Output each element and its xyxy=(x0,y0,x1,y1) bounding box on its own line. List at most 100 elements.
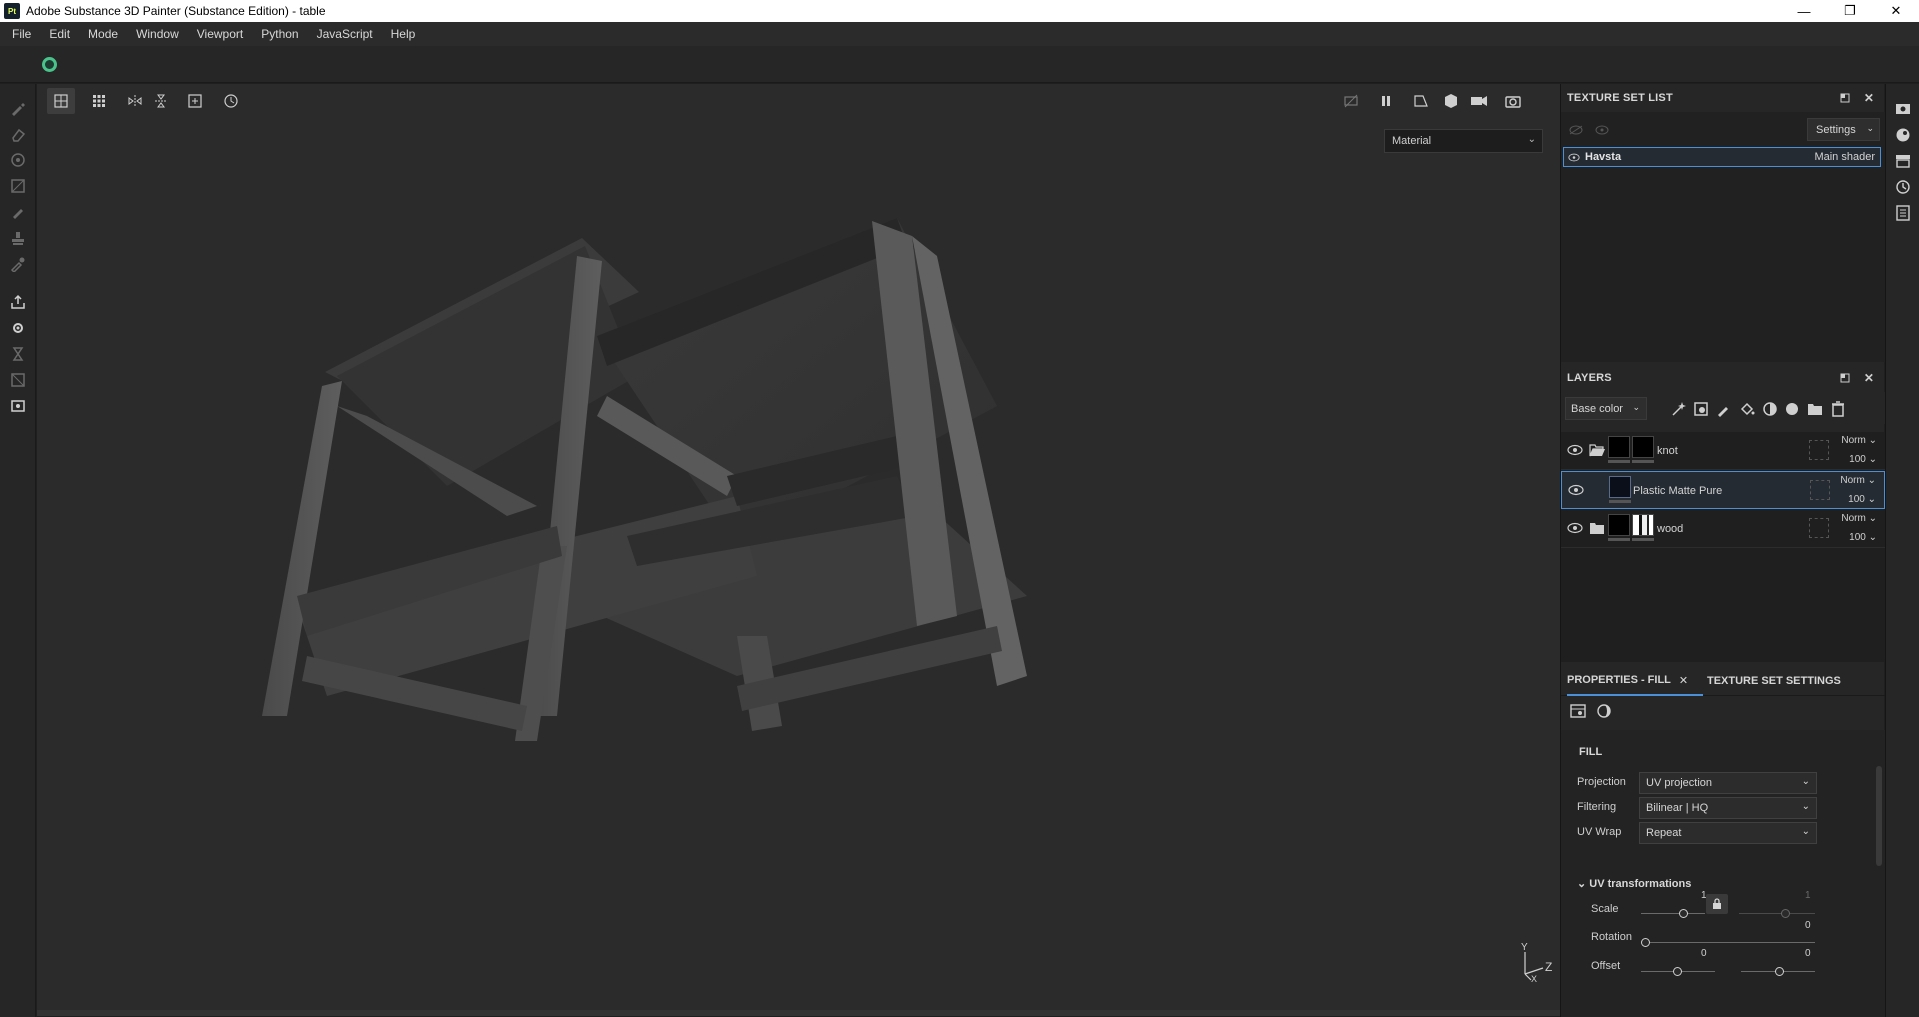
rotation-slider-knob[interactable] xyxy=(1641,938,1650,947)
layer-mask-slot[interactable] xyxy=(1810,480,1830,500)
minimize-button[interactable]: — xyxy=(1781,0,1827,22)
menu-edit[interactable]: Edit xyxy=(43,27,82,41)
layer-mask-slot[interactable] xyxy=(1809,440,1829,460)
hide-all-icon[interactable] xyxy=(1567,122,1585,138)
bake-icon[interactable] xyxy=(6,342,30,366)
paint-brush-icon[interactable] xyxy=(6,96,30,120)
add-material-icon[interactable] xyxy=(1782,399,1802,419)
tab-texture-set-settings[interactable]: TEXTURE SET SETTINGS xyxy=(1707,666,1841,696)
offset-value-v[interactable]: 0 xyxy=(1805,948,1811,959)
layer-row-plastic-matte-pure[interactable]: Plastic Matte Pure Norm ⌄ 100 ⌄ xyxy=(1561,471,1885,509)
properties-scrollbar[interactable] xyxy=(1876,766,1882,866)
menu-javascript[interactable]: JavaScript xyxy=(311,27,385,41)
scale-slider-knob[interactable] xyxy=(1679,909,1688,918)
menu-help[interactable]: Help xyxy=(385,27,428,41)
menu-window[interactable]: Window xyxy=(130,27,191,41)
menu-python[interactable]: Python xyxy=(255,27,310,41)
texture-set-row[interactable]: Havsta Main shader xyxy=(1563,147,1881,167)
rotation-value[interactable]: 0 xyxy=(1805,920,1811,931)
blend-mode-select[interactable]: Norm ⌄ xyxy=(1841,513,1877,524)
add-paint-layer-icon[interactable] xyxy=(1714,399,1734,419)
cube-icon[interactable] xyxy=(1437,88,1465,114)
mask-thumbnail[interactable] xyxy=(1632,436,1654,458)
blend-mode-select[interactable]: Norm ⌄ xyxy=(1841,435,1877,446)
layer-row-wood[interactable]: wood Norm ⌄ 100 ⌄ xyxy=(1561,510,1885,548)
opacity-value[interactable]: 100 ⌄ xyxy=(1848,494,1876,505)
undock-icon[interactable] xyxy=(1837,370,1853,386)
mask-thumbnail[interactable] xyxy=(1632,514,1654,536)
mirror-icon[interactable] xyxy=(121,88,149,114)
eraser-icon[interactable] xyxy=(6,122,30,146)
tab-properties-fill[interactable]: PROPERTIES - FILL ✕ xyxy=(1567,666,1703,696)
projection-icon[interactable] xyxy=(6,148,30,172)
menu-mode[interactable]: Mode xyxy=(82,27,130,41)
shader-settings-icon[interactable] xyxy=(1894,126,1912,144)
close-window-button[interactable]: ✕ xyxy=(1873,0,1919,22)
show-all-icon[interactable] xyxy=(1593,122,1611,138)
projection-select[interactable]: UV projection ⌄ xyxy=(1639,772,1817,794)
3d-viewport[interactable]: Material ⌄ Y Z X xyxy=(37,84,1560,1016)
uv-wrap-select[interactable]: Repeat ⌄ xyxy=(1639,822,1817,844)
close-tab-icon[interactable]: ✕ xyxy=(1679,674,1688,687)
symmetry-icon[interactable] xyxy=(147,88,175,114)
close-panel-icon[interactable]: ✕ xyxy=(1861,370,1877,386)
grid-2x2-icon[interactable] xyxy=(47,88,75,114)
folder-open-icon[interactable] xyxy=(1589,443,1605,457)
history-icon[interactable] xyxy=(217,88,245,114)
menu-file[interactable]: File xyxy=(6,27,43,41)
hide-icon[interactable] xyxy=(1337,88,1365,114)
scale-lock-icon[interactable] xyxy=(1706,894,1728,914)
visibility-eye-icon[interactable] xyxy=(1567,443,1583,457)
perspective-icon[interactable] xyxy=(1407,88,1435,114)
log-icon[interactable] xyxy=(1894,204,1912,222)
uv-icon[interactable] xyxy=(6,368,30,392)
close-panel-icon[interactable]: ✕ xyxy=(1861,90,1877,106)
visibility-eye-icon[interactable] xyxy=(1568,483,1584,497)
display-settings-dock-icon[interactable] xyxy=(1894,100,1912,118)
layer-name[interactable]: wood xyxy=(1657,523,1683,535)
uv-transformations-toggle[interactable]: ⌄ UV transformations xyxy=(1577,877,1691,890)
screenshot-icon[interactable] xyxy=(1499,88,1527,114)
texture-set-settings-dropdown[interactable]: Settings ⌄ xyxy=(1807,118,1880,141)
add-fill-layer-icon[interactable] xyxy=(1737,399,1757,419)
channel-select[interactable]: Base color ⌄ xyxy=(1565,397,1647,420)
maximize-button[interactable]: ❐ xyxy=(1827,0,1873,22)
pause-icon[interactable] xyxy=(1372,88,1400,114)
blend-mode-select[interactable]: Norm ⌄ xyxy=(1840,475,1876,486)
delete-layer-icon[interactable] xyxy=(1828,399,1848,419)
layer-name[interactable]: knot xyxy=(1657,445,1678,457)
grid-3x3-icon[interactable] xyxy=(85,88,113,114)
rotation-slider-track[interactable] xyxy=(1643,942,1815,943)
layer-row-knot[interactable]: knot Norm ⌄ 100 ⌄ xyxy=(1561,432,1885,470)
opacity-value[interactable]: 100 ⌄ xyxy=(1849,454,1877,465)
frame-icon[interactable] xyxy=(181,88,209,114)
folder-icon[interactable] xyxy=(1589,521,1605,535)
export-icon[interactable] xyxy=(6,290,30,314)
offset-v-slider-knob[interactable] xyxy=(1775,967,1784,976)
texture-set-shader[interactable]: Main shader xyxy=(1814,151,1875,163)
3d-model-render[interactable] xyxy=(37,116,1560,1016)
color-picker-icon[interactable] xyxy=(6,252,30,276)
history-icon[interactable] xyxy=(1894,178,1912,196)
visibility-eye-icon[interactable] xyxy=(1568,153,1580,162)
offset-value-u[interactable]: 0 xyxy=(1701,948,1707,959)
undock-icon[interactable] xyxy=(1837,90,1853,106)
add-effect-icon[interactable] xyxy=(1669,399,1689,419)
layer-settings-icon[interactable] xyxy=(1569,702,1587,720)
offset-u-slider-knob[interactable] xyxy=(1673,967,1682,976)
visibility-eye-icon[interactable] xyxy=(1567,521,1583,535)
menu-viewport[interactable]: Viewport xyxy=(191,27,255,41)
add-mask-icon[interactable] xyxy=(1691,399,1711,419)
display-settings-icon[interactable] xyxy=(6,394,30,418)
layer-name[interactable]: Plastic Matte Pure xyxy=(1633,485,1722,497)
add-folder-icon[interactable] xyxy=(1805,399,1825,419)
clone-stamp-icon[interactable] xyxy=(6,226,30,250)
layer-mask-slot[interactable] xyxy=(1809,518,1829,538)
scale-slider-track[interactable] xyxy=(1641,913,1705,914)
assets-icon[interactable] xyxy=(1894,152,1912,170)
material-sphere-icon[interactable] xyxy=(1595,702,1613,720)
smudge-icon[interactable] xyxy=(6,200,30,224)
camera-icon[interactable] xyxy=(1465,88,1493,114)
filtering-select[interactable]: Bilinear | HQ ⌄ xyxy=(1639,797,1817,819)
polygon-fill-icon[interactable] xyxy=(6,174,30,198)
